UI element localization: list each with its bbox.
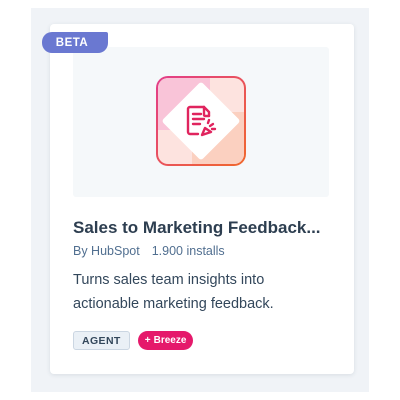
app-icon bbox=[156, 76, 246, 166]
breeze-tag: + Breeze bbox=[137, 331, 194, 350]
app-title[interactable]: Sales to Marketing Feedback... bbox=[73, 218, 343, 238]
app-author: By HubSpot bbox=[73, 244, 140, 258]
beta-badge: BETA bbox=[42, 32, 108, 53]
app-installs: 1.900 installs bbox=[151, 244, 225, 258]
document-feedback-icon bbox=[186, 105, 217, 137]
app-meta: By HubSpot 1.900 installs bbox=[73, 244, 225, 258]
beta-badge-label: BETA bbox=[55, 36, 89, 49]
breeze-plus: + bbox=[144, 335, 151, 346]
breeze-label: Breeze bbox=[153, 335, 187, 346]
tag-list: AGENT + Breeze bbox=[73, 331, 194, 350]
app-description: Turns sales team insights into actionabl… bbox=[73, 272, 274, 312]
agent-tag: AGENT bbox=[73, 331, 130, 350]
